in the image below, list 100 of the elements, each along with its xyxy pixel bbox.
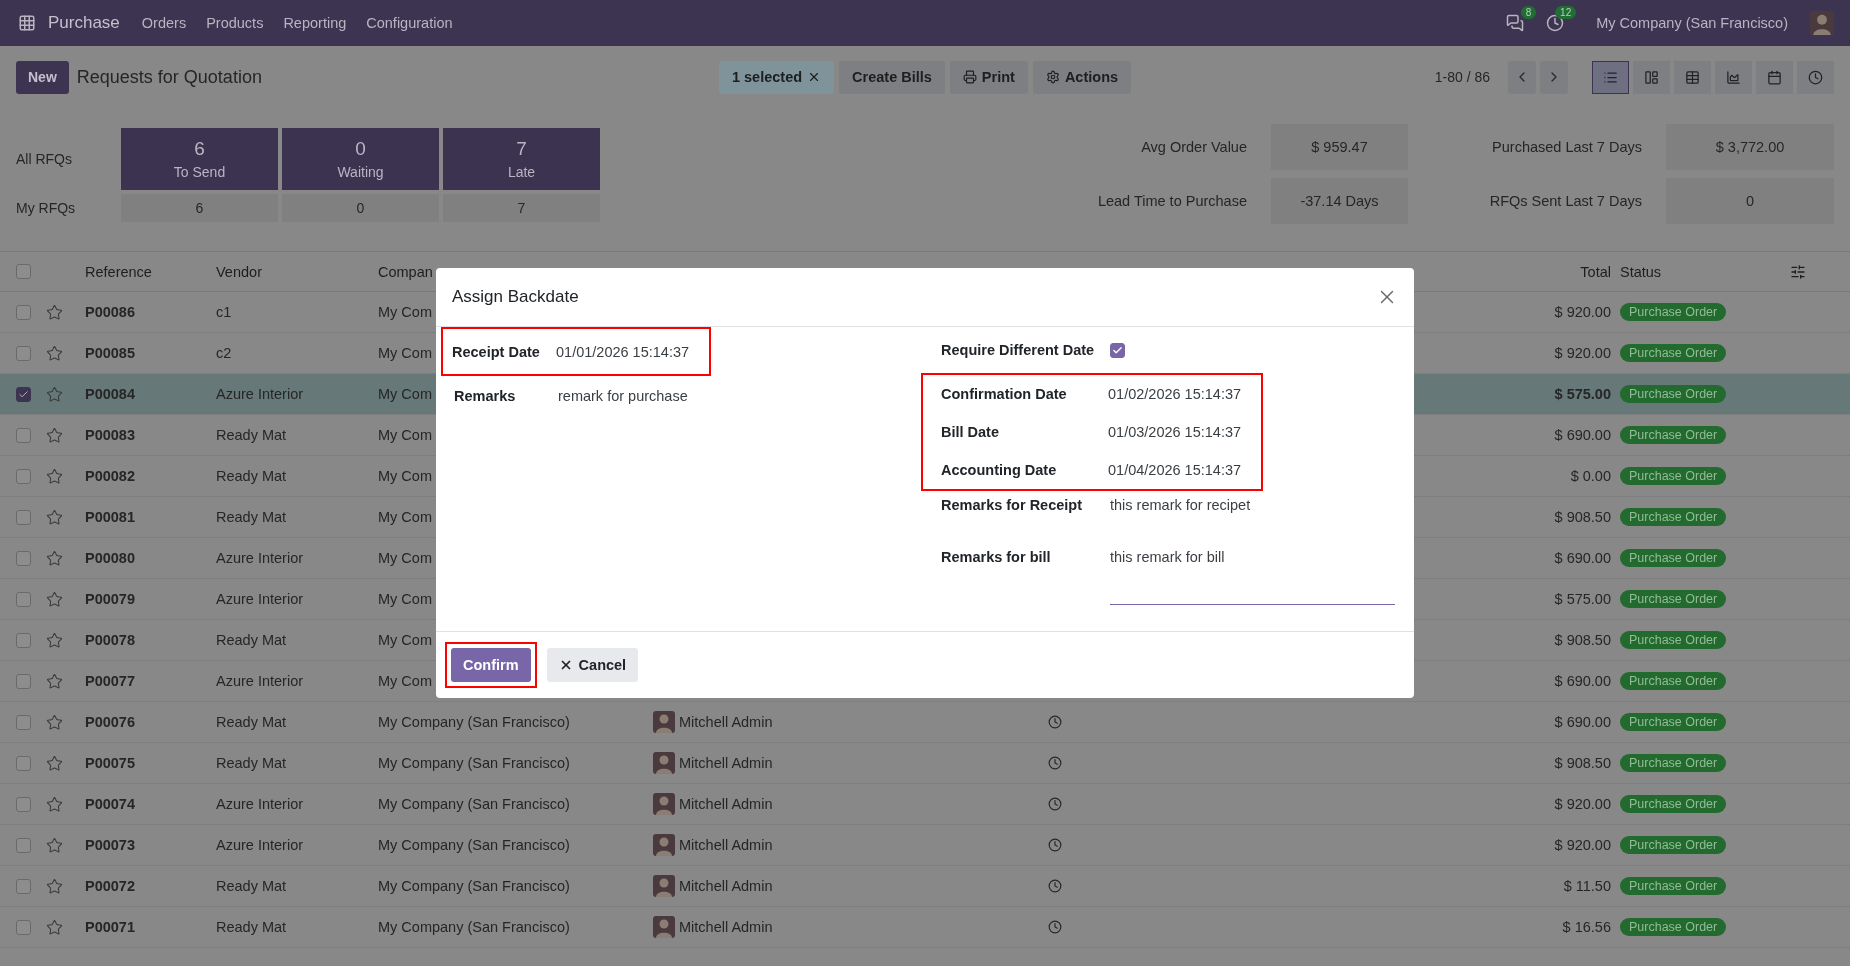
confirm-button[interactable]: Confirm	[451, 648, 531, 682]
star-icon[interactable]	[46, 385, 63, 403]
table-cell: $ 908.50	[1554, 509, 1611, 525]
star-icon[interactable]	[46, 754, 63, 772]
stat-value[interactable]: 7	[443, 194, 600, 222]
row-checkbox[interactable]	[15, 591, 31, 607]
row-checkbox[interactable]	[15, 550, 31, 566]
kpi-value: -37.14 Days	[1271, 178, 1408, 224]
menu-item[interactable]: Orders	[141, 15, 187, 31]
menu-item[interactable]: Configuration	[366, 15, 453, 31]
view-switch-button[interactable]	[1674, 60, 1711, 94]
select-all-checkbox[interactable]	[15, 264, 31, 279]
new-button[interactable]: New	[16, 60, 69, 94]
row-checkbox[interactable]	[15, 632, 31, 648]
field-value[interactable]: 01/02/2026 15:14:37	[1108, 386, 1261, 402]
star-icon[interactable]	[46, 631, 63, 649]
star-icon[interactable]	[46, 590, 63, 608]
previous-button[interactable]	[1508, 60, 1536, 94]
text-area[interactable]: this remark for bill	[1110, 549, 1395, 605]
stat-value[interactable]: 6	[121, 194, 278, 222]
cancel-button[interactable]: Cancel	[546, 648, 639, 682]
row-checkbox[interactable]	[15, 386, 31, 402]
table-cell: My Company (San Francisco)	[378, 755, 570, 771]
toolbar-button[interactable]: Print	[949, 60, 1028, 94]
clock-icon[interactable]	[1048, 920, 1062, 934]
row-checkbox[interactable]	[15, 304, 31, 320]
row-checkbox[interactable]	[15, 755, 31, 771]
row-checkbox[interactable]	[15, 345, 31, 361]
row-checkbox[interactable]	[15, 919, 31, 935]
field-value[interactable]: 01/04/2026 15:14:37	[1108, 462, 1261, 478]
stat-value: 0	[355, 138, 366, 160]
table-cell: My Com	[378, 386, 432, 402]
star-icon[interactable]	[46, 836, 63, 854]
view-switch-button[interactable]	[1592, 60, 1629, 94]
column-header[interactable]: Status	[1620, 263, 1662, 280]
field-value[interactable]: 01/03/2026 15:14:37	[1108, 424, 1261, 440]
table-cell: P00083	[85, 427, 135, 443]
clock-icon[interactable]	[1048, 797, 1062, 811]
view-switch-button[interactable]	[1797, 60, 1834, 94]
checkbox[interactable]	[1110, 342, 1125, 358]
table-cell: $ 575.00	[1554, 386, 1611, 402]
row-checkbox[interactable]	[15, 427, 31, 443]
clock-icon[interactable]	[1048, 756, 1062, 770]
activity-clock-icon[interactable]	[1546, 14, 1565, 32]
column-settings-icon[interactable]	[1790, 263, 1806, 280]
stat-card[interactable]: 7 Late	[443, 128, 600, 190]
star-icon[interactable]	[46, 467, 63, 485]
clock-icon[interactable]	[1048, 838, 1062, 852]
selection-indicator[interactable]: 1 selected	[718, 60, 835, 94]
table-cell: My Com	[378, 632, 432, 648]
table-cell: P00071	[85, 919, 135, 935]
row-checkbox[interactable]	[15, 878, 31, 894]
row-checkbox[interactable]	[15, 509, 31, 525]
star-icon[interactable]	[46, 303, 63, 321]
pager[interactable]: 1-80 / 86	[1434, 69, 1490, 85]
stat-card[interactable]: 0 Waiting	[282, 128, 439, 190]
next-button[interactable]	[1540, 60, 1568, 94]
app-name[interactable]: Purchase	[48, 13, 120, 33]
star-icon[interactable]	[46, 877, 63, 895]
stat-card[interactable]: 6 To Send	[121, 128, 278, 190]
field-value[interactable]: remark for purchase	[558, 387, 709, 404]
star-icon[interactable]	[46, 918, 63, 936]
view-switch-button[interactable]	[1756, 60, 1793, 94]
star-icon[interactable]	[46, 344, 63, 362]
star-icon[interactable]	[46, 508, 63, 526]
status-badge: Purchase Order	[1620, 303, 1727, 321]
table-cell: Azure Interior	[216, 591, 304, 607]
menu-item[interactable]: Reporting	[283, 15, 347, 31]
star-icon[interactable]	[46, 549, 63, 567]
column-header[interactable]: Compan	[378, 263, 433, 280]
row-checkbox[interactable]	[15, 714, 31, 730]
star-icon[interactable]	[46, 672, 63, 690]
view-switch-button[interactable]	[1633, 60, 1670, 94]
star-icon[interactable]	[46, 713, 63, 731]
row-checkbox[interactable]	[15, 468, 31, 484]
toolbar-button[interactable]: Actions	[1032, 60, 1132, 94]
table-cell: Ready Mat	[216, 509, 287, 525]
clock-icon[interactable]	[1048, 879, 1062, 893]
app-menu-icon[interactable]	[18, 14, 36, 32]
list-icon	[1603, 69, 1618, 85]
row-checkbox[interactable]	[15, 796, 31, 812]
company-switcher[interactable]: My Company (San Francisco)	[1596, 15, 1788, 31]
star-icon[interactable]	[46, 795, 63, 813]
menu-item[interactable]: Products	[206, 15, 264, 31]
toolbar-button[interactable]: Create Bills	[839, 60, 945, 94]
row-checkbox[interactable]	[15, 837, 31, 853]
table-cell: c2	[216, 345, 232, 361]
column-header[interactable]: Reference	[85, 263, 152, 280]
messages-icon[interactable]	[1506, 14, 1525, 32]
column-header[interactable]: Vendor	[216, 263, 262, 280]
star-icon[interactable]	[46, 426, 63, 444]
text-area[interactable]: this remark for recipet	[1110, 497, 1395, 514]
row-checkbox[interactable]	[15, 673, 31, 689]
table-cell: P00081	[85, 509, 135, 525]
view-switch-button[interactable]	[1715, 60, 1752, 94]
field-value[interactable]: 01/01/2026 15:14:37	[556, 343, 709, 360]
clock-icon[interactable]	[1048, 715, 1062, 729]
stat-value[interactable]: 0	[282, 194, 439, 222]
column-header[interactable]: Total	[1580, 263, 1611, 280]
table-cell: $ 16.56	[1562, 919, 1611, 935]
